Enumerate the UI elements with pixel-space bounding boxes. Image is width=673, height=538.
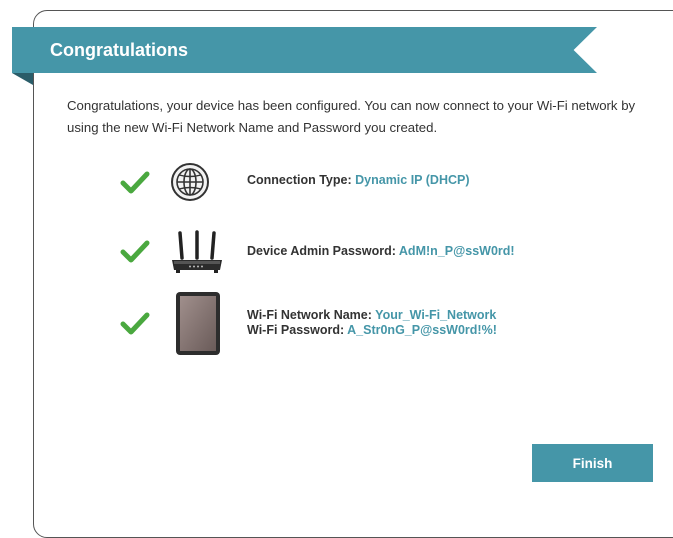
router-icon: [172, 230, 222, 273]
wifi-info: Wi-Fi Network Name: Your_Wi-Fi_Network W…: [247, 308, 497, 338]
check-icon: [120, 240, 150, 263]
finish-button[interactable]: Finish: [532, 444, 653, 482]
wifi-name-value: Your_Wi-Fi_Network: [375, 308, 497, 322]
wifi-password-value: A_Str0nG_P@ssW0rd!%!: [347, 323, 497, 337]
page-title: Congratulations: [50, 40, 188, 60]
globe-icon: [171, 163, 209, 201]
banner-fold: [12, 73, 33, 85]
tablet-icon: [176, 292, 220, 355]
check-icon: [120, 312, 150, 335]
connection-type-info: Connection Type: Dynamic IP (DHCP): [247, 173, 470, 188]
check-icon: [120, 171, 150, 194]
title-banner: Congratulations: [12, 27, 597, 85]
connection-type-label: Connection Type:: [247, 173, 352, 187]
intro-text: Congratulations, your device has been co…: [67, 98, 636, 135]
wifi-name-line: Wi-Fi Network Name: Your_Wi-Fi_Network: [247, 308, 497, 323]
admin-password-label: Device Admin Password:: [247, 244, 396, 258]
wifi-password-label: Wi-Fi Password:: [247, 323, 345, 337]
wifi-password-line: Wi-Fi Password: A_Str0nG_P@ssW0rd!%!: [247, 323, 497, 338]
admin-password-value: AdM!n_P@ssW0rd!: [398, 244, 515, 258]
admin-password-info: Device Admin Password: AdM!n_P@ssW0rd!: [247, 244, 515, 259]
connection-type-value: Dynamic IP (DHCP): [355, 173, 470, 187]
wifi-name-label: Wi-Fi Network Name:: [247, 308, 372, 322]
